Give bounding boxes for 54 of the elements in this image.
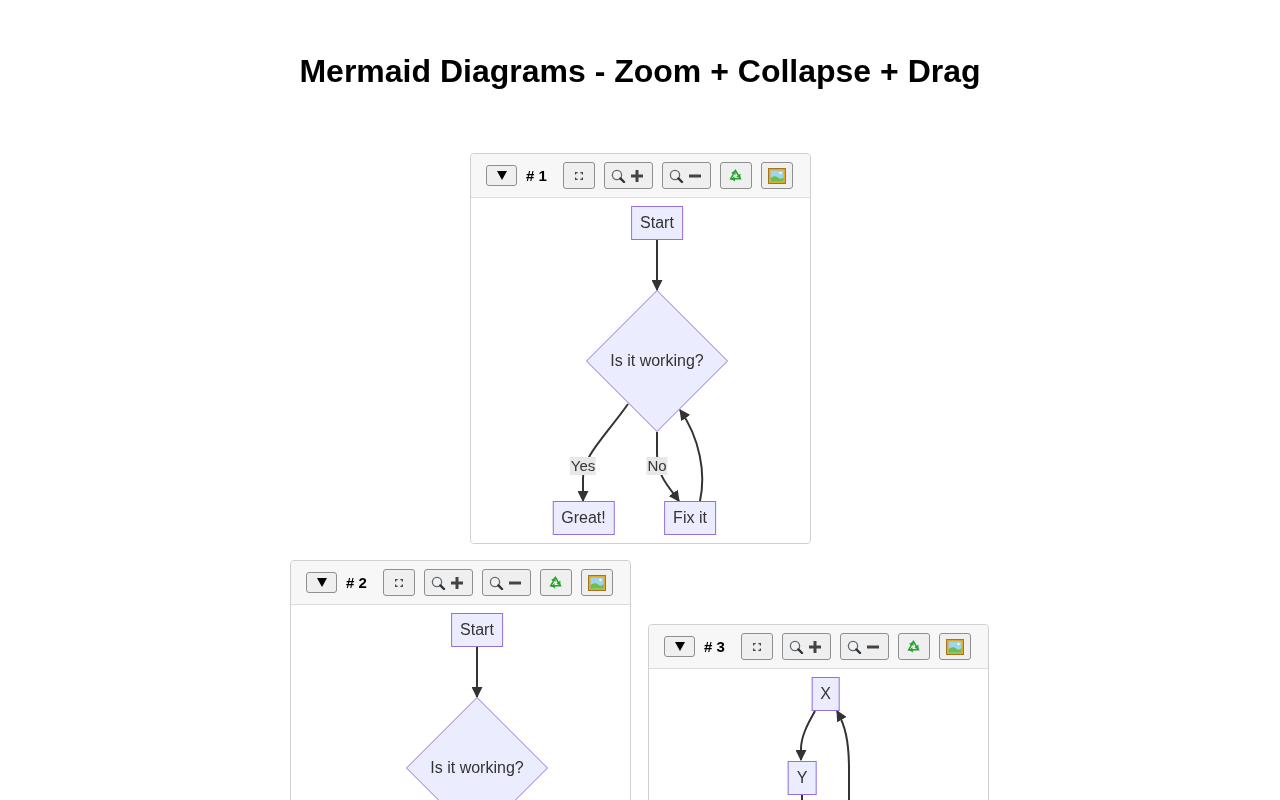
connector-arrow [795, 710, 816, 762]
process-node[interactable]: Start [631, 206, 683, 240]
zoom-in-button[interactable] [781, 633, 831, 660]
decision-node[interactable]: Is it working? [586, 290, 728, 432]
recycle-icon [728, 168, 744, 183]
zoom-in-button[interactable] [603, 162, 653, 189]
fit-button[interactable] [382, 569, 415, 596]
recycle-icon [906, 639, 922, 654]
collapse-toggle[interactable] [306, 572, 337, 593]
diagram-number: # 1 [526, 167, 547, 184]
picture-icon [945, 638, 964, 655]
connector-arrow [651, 239, 663, 292]
diagram-number: # 2 [346, 574, 367, 591]
magnifier-plus-icon [789, 639, 824, 654]
decision-node[interactable]: Is it working? [406, 697, 548, 800]
recycle-button[interactable] [539, 569, 572, 596]
diagram-panel[interactable]: # 3 X Y [648, 624, 989, 800]
image-button[interactable] [760, 162, 793, 189]
caret-icon [674, 642, 685, 651]
recycle-button[interactable] [897, 633, 930, 660]
recycle-icon [548, 575, 564, 590]
process-node[interactable]: Start [451, 613, 503, 647]
picture-icon [587, 574, 606, 591]
caret-icon [496, 171, 507, 180]
zoom-out-button[interactable] [481, 569, 531, 596]
corners-icon [394, 578, 403, 587]
fit-button[interactable] [740, 633, 773, 660]
image-button[interactable] [938, 633, 971, 660]
diagram-number: # 3 [704, 638, 725, 655]
process-node[interactable]: Y [787, 760, 817, 795]
image-button[interactable] [580, 569, 613, 596]
corners-icon [752, 642, 761, 651]
caret-icon [316, 578, 327, 587]
magnifier-plus-icon [611, 168, 646, 183]
magnifier-minus-icon [489, 575, 524, 590]
process-node[interactable]: X [811, 676, 840, 711]
fit-button[interactable] [562, 162, 595, 189]
zoom-out-button[interactable] [839, 633, 889, 660]
corners-icon [574, 171, 583, 180]
page-title: Mermaid Diagrams - Zoom + Collapse + Drag [298, 53, 982, 90]
recycle-button[interactable] [719, 162, 752, 189]
process-node[interactable]: Fix it [664, 501, 716, 535]
zoom-out-button[interactable] [661, 162, 711, 189]
collapse-toggle[interactable] [664, 636, 695, 657]
magnifier-minus-icon [847, 639, 882, 654]
collapse-toggle[interactable] [486, 165, 517, 186]
connector-arrow [471, 646, 483, 699]
magnifier-plus-icon [431, 575, 466, 590]
process-node[interactable]: Great! [552, 501, 615, 535]
picture-icon [767, 167, 786, 184]
edge-label: Yes [569, 457, 597, 475]
zoom-in-button[interactable] [423, 569, 473, 596]
magnifier-minus-icon [669, 168, 704, 183]
diagram-panel[interactable]: # 2 Start Is it working? [290, 560, 631, 800]
